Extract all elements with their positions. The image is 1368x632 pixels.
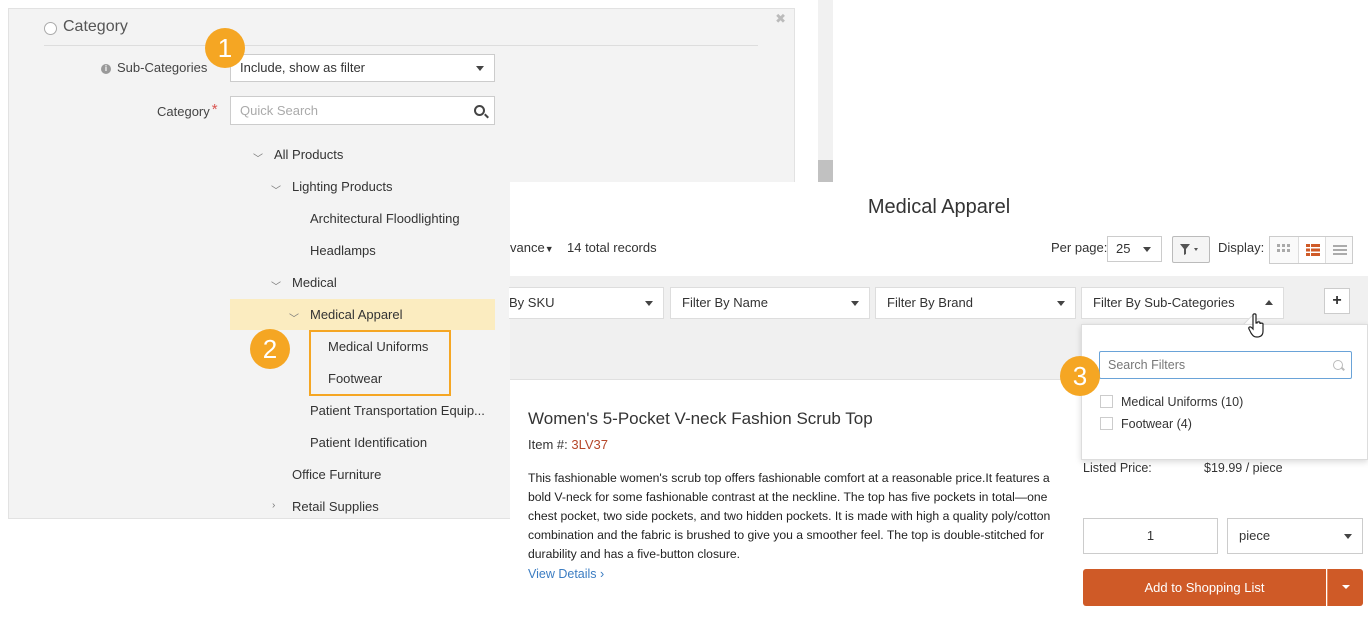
per-page-label: Per page: [1051, 240, 1108, 255]
chevron-up-icon [1265, 300, 1273, 305]
admin-scrollbar-thumb[interactable] [818, 160, 833, 182]
admin-scrollbar-track[interactable] [818, 0, 833, 182]
filter-by-brand-select[interactable]: Filter By Brand [875, 287, 1076, 319]
tree-item-retail-supplies[interactable]: Retail Supplies [292, 499, 379, 514]
listed-price-value: $19.99 / piece [1204, 461, 1283, 475]
item-number: Item #: 3LV37 [528, 437, 608, 452]
tree-item-lighting-products[interactable]: Lighting Products [292, 179, 392, 194]
chevron-down-icon [1057, 301, 1065, 306]
category-section-header: Category [44, 18, 758, 46]
search-icon [1333, 360, 1343, 370]
filter-by-subcategories-value: Filter By Sub-Categories [1093, 295, 1235, 310]
view-details-link[interactable]: View Details › [528, 567, 604, 581]
display-label: Display: [1218, 240, 1265, 255]
page-title: Medical Apparel [867, 196, 1011, 218]
chevron-down-icon [851, 301, 859, 306]
product-description: This fashionable women's scrub top offer… [528, 471, 1051, 561]
filter-option-medical-uniforms[interactable]: Medical Uniforms (10) [1100, 395, 1243, 409]
step-badge-1: 1 [205, 28, 245, 68]
filter-by-brand-value: Filter By Brand [887, 295, 973, 310]
per-page-select[interactable]: 25 [1107, 236, 1162, 262]
filter-by-name-select[interactable]: Filter By Name [670, 287, 870, 319]
add-to-list-options-button[interactable] [1327, 569, 1363, 606]
unit-select-value: piece [1239, 528, 1271, 543]
grid-view-button[interactable] [1270, 237, 1298, 263]
total-records: 14 total records [567, 240, 657, 255]
chevron-right-icon[interactable]: › [272, 500, 275, 511]
item-number-label: Item #: [528, 437, 568, 452]
tree-item-headlamps[interactable]: Headlamps [310, 243, 376, 258]
display-mode-group [1269, 236, 1353, 264]
subcategories-select-value: Include, show as filter [240, 60, 366, 75]
subcategories-select[interactable]: Include, show as filter [230, 54, 495, 82]
filter-by-sku-value: By SKU [509, 295, 555, 310]
chevron-down-icon [476, 66, 484, 71]
listed-price-label: Listed Price: [1083, 461, 1152, 475]
category-radio[interactable] [44, 22, 57, 35]
chevron-down-icon [645, 301, 653, 306]
product-title[interactable]: Women's 5-Pocket V-neck Fashion Scrub To… [528, 409, 873, 429]
hand-cursor-icon [1248, 313, 1264, 338]
grid-icon [1277, 244, 1290, 252]
caret-down-icon: ▼ [544, 244, 554, 254]
quantity-input[interactable]: 1 [1083, 518, 1218, 554]
info-icon: i [101, 64, 111, 74]
filter-by-sku-select[interactable]: By SKU [509, 287, 664, 319]
filter-option-label: Footwear (4) [1121, 417, 1192, 431]
item-number-value: 3LV37 [571, 437, 609, 452]
category-search-placeholder: Quick Search [240, 103, 319, 118]
filter-toggle-button[interactable] [1172, 236, 1210, 263]
chevron-down-icon [1143, 247, 1151, 252]
tree-item-medical-uniforms[interactable]: Medical Uniforms [328, 339, 428, 354]
tree-item-medical-apparel[interactable]: Medical Apparel [310, 307, 403, 322]
subcategories-label: i Sub-Categories [101, 60, 207, 75]
tree-item-medical[interactable]: Medical [292, 275, 337, 290]
caret-down-icon [1342, 585, 1350, 589]
step-badge-2: 2 [250, 329, 290, 369]
chevron-down-icon[interactable]: ﹀ [289, 310, 299, 325]
sort-select-value: vance [510, 240, 545, 255]
compact-list-icon [1333, 245, 1347, 255]
section-title: Category [63, 18, 128, 35]
chevron-down-icon[interactable]: ﹀ [271, 182, 281, 197]
compact-view-button[interactable] [1326, 237, 1354, 263]
list-icon [1306, 244, 1320, 256]
add-filter-button[interactable]: + [1324, 288, 1350, 314]
subcategory-filter-dropdown: Search Filters Medical Uniforms (10) Foo… [1081, 324, 1368, 460]
tree-item-architectural-floodlighting[interactable]: Architectural Floodlighting [310, 211, 460, 226]
unit-select[interactable]: piece [1227, 518, 1363, 554]
tree-item-all-products[interactable]: All Products [274, 147, 343, 162]
checkbox[interactable] [1100, 395, 1113, 408]
per-page-value: 25 [1116, 241, 1131, 256]
tree-item-patient-transportation[interactable]: Patient Transportation Equip... [310, 403, 485, 418]
filter-option-footwear[interactable]: Footwear (4) [1100, 417, 1192, 431]
category-search-input[interactable]: Quick Search [230, 96, 495, 125]
search-filters-placeholder: Search Filters [1108, 358, 1186, 372]
checkbox[interactable] [1100, 417, 1113, 430]
sort-select[interactable]: vance▼ [510, 240, 554, 255]
required-mark: * [211, 101, 218, 118]
tree-item-office-furniture[interactable]: Office Furniture [292, 467, 381, 482]
filter-by-name-value: Filter By Name [682, 295, 768, 310]
filter-option-label: Medical Uniforms (10) [1121, 395, 1244, 409]
list-view-button[interactable] [1298, 237, 1326, 263]
tree-item-footwear[interactable]: Footwear [328, 371, 382, 386]
chevron-down-icon[interactable]: ﹀ [271, 278, 281, 293]
search-icon[interactable] [474, 105, 485, 116]
close-icon[interactable]: ✖ [775, 11, 786, 27]
chevron-down-icon[interactable]: ﹀ [253, 150, 263, 165]
step-badge-3: 3 [1060, 356, 1100, 396]
search-filters-input[interactable]: Search Filters [1099, 351, 1352, 379]
funnel-icon [1180, 244, 1198, 255]
chevron-down-icon [1344, 534, 1352, 539]
tree-item-patient-identification[interactable]: Patient Identification [310, 435, 427, 450]
category-label: Category * [157, 101, 218, 119]
add-to-shopping-list-button[interactable]: Add to Shopping List [1083, 569, 1326, 606]
